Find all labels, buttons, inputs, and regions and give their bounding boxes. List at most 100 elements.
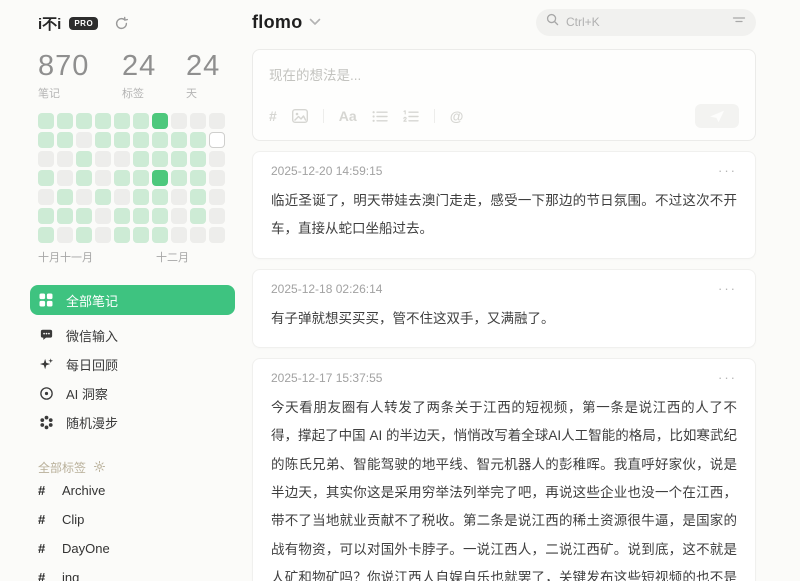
logo-wrap[interactable]: flomo <box>252 12 321 33</box>
heatmap-cell[interactable] <box>171 113 187 129</box>
heatmap-cell[interactable] <box>76 208 92 224</box>
heatmap-cell[interactable] <box>95 208 111 224</box>
filter-icon[interactable] <box>732 13 746 31</box>
heatmap-cell[interactable] <box>76 227 92 243</box>
heatmap-cell[interactable] <box>114 189 130 205</box>
heatmap-cell[interactable] <box>76 113 92 129</box>
heatmap-cell[interactable] <box>209 189 225 205</box>
heatmap-cell[interactable] <box>190 208 206 224</box>
heatmap-cell[interactable] <box>152 227 168 243</box>
heatmap-cell[interactable] <box>133 132 149 148</box>
stat-days-label: 天 <box>186 85 236 101</box>
heatmap-cell[interactable] <box>114 170 130 186</box>
ordered-list-tool-icon[interactable] <box>403 110 419 123</box>
heatmap-cell[interactable] <box>190 170 206 186</box>
bulleted-list-tool-icon[interactable] <box>372 110 388 123</box>
sidebar-item-all-notes[interactable]: 全部笔记 <box>30 285 235 315</box>
heatmap-cell[interactable] <box>76 132 92 148</box>
heatmap-cell[interactable] <box>38 151 54 167</box>
more-options-icon[interactable]: ··· <box>718 374 737 382</box>
search-input[interactable] <box>566 15 725 29</box>
heatmap-cell[interactable] <box>209 227 225 243</box>
heatmap-cell[interactable] <box>152 170 168 186</box>
heatmap-cell[interactable] <box>171 151 187 167</box>
heatmap-cell[interactable] <box>57 132 73 148</box>
heatmap-cell[interactable] <box>133 113 149 129</box>
heatmap-cell[interactable] <box>171 227 187 243</box>
heatmap-cell[interactable] <box>190 113 206 129</box>
heatmap-cell[interactable] <box>152 189 168 205</box>
heatmap-cell[interactable] <box>133 189 149 205</box>
search-bar[interactable] <box>536 9 756 36</box>
tag-label: Archive <box>62 483 105 498</box>
heatmap-cell[interactable] <box>209 113 225 129</box>
send-button[interactable] <box>695 104 739 128</box>
username[interactable]: i不i <box>38 13 61 34</box>
heatmap-cell[interactable] <box>57 208 73 224</box>
image-tool-icon[interactable] <box>292 109 308 123</box>
heatmap-cell[interactable] <box>190 151 206 167</box>
heatmap-cell[interactable] <box>114 113 130 129</box>
heatmap-cell[interactable] <box>95 132 111 148</box>
heatmap-cell[interactable] <box>38 113 54 129</box>
heatmap-cell[interactable] <box>95 170 111 186</box>
heatmap-cell[interactable] <box>171 189 187 205</box>
heatmap-cell[interactable] <box>114 227 130 243</box>
heatmap-cell[interactable] <box>57 151 73 167</box>
heatmap-cell[interactable] <box>190 189 206 205</box>
sidebar-item-wechat-input[interactable]: 微信输入 <box>38 321 252 350</box>
heatmap-cell[interactable] <box>209 208 225 224</box>
heatmap-cell[interactable] <box>190 132 206 148</box>
heatmap-cell[interactable] <box>95 151 111 167</box>
heatmap-cell[interactable] <box>114 151 130 167</box>
heatmap-cell[interactable] <box>57 189 73 205</box>
heatmap-cell[interactable] <box>95 113 111 129</box>
mention-tool-icon[interactable]: @ <box>450 108 464 124</box>
heatmap-cell[interactable] <box>38 170 54 186</box>
more-options-icon[interactable]: ··· <box>718 285 737 293</box>
heatmap-cell[interactable] <box>171 170 187 186</box>
heatmap-cell[interactable] <box>76 151 92 167</box>
heatmap-cell[interactable] <box>209 170 225 186</box>
heatmap-cell[interactable] <box>152 208 168 224</box>
heatmap-cell[interactable] <box>209 151 225 167</box>
heatmap-cell[interactable] <box>171 208 187 224</box>
tag-item-dayone[interactable]: # DayOne <box>38 534 252 563</box>
heatmap-cell[interactable] <box>114 132 130 148</box>
heatmap-cell[interactable] <box>38 227 54 243</box>
tags-settings-icon[interactable] <box>94 461 105 475</box>
heatmap-cell[interactable] <box>152 113 168 129</box>
sidebar-item-ai-insight[interactable]: AI 洞察 <box>38 379 252 408</box>
heatmap-cell[interactable] <box>133 227 149 243</box>
heatmap-cell[interactable] <box>38 132 54 148</box>
tag-item-clip[interactable]: # Clip <box>38 505 252 534</box>
heatmap-cell[interactable] <box>190 227 206 243</box>
heatmap-cell[interactable] <box>38 208 54 224</box>
heatmap-cell[interactable] <box>95 189 111 205</box>
heatmap-cell[interactable] <box>57 113 73 129</box>
heatmap-cell[interactable] <box>76 170 92 186</box>
heatmap-cell[interactable] <box>133 151 149 167</box>
heatmap-cell[interactable] <box>95 227 111 243</box>
tag-item-archive[interactable]: # Archive <box>38 476 252 505</box>
note-input[interactable]: 现在的想法是... <box>269 64 739 84</box>
sidebar-item-daily-review[interactable]: 每日回顾 <box>38 350 252 379</box>
note-composer[interactable]: 现在的想法是... # Aa @ <box>252 49 756 141</box>
heatmap-cell[interactable] <box>133 170 149 186</box>
tag-item-ing[interactable]: # ing <box>38 563 252 581</box>
heatmap-cell[interactable] <box>152 132 168 148</box>
heatmap-cell[interactable] <box>152 151 168 167</box>
heatmap-cell[interactable] <box>171 132 187 148</box>
heatmap-cell[interactable] <box>76 189 92 205</box>
heatmap-cell[interactable] <box>133 208 149 224</box>
sync-refresh-icon[interactable] <box>114 16 129 31</box>
text-format-tool-icon[interactable]: Aa <box>339 108 357 124</box>
heatmap-cell[interactable] <box>57 170 73 186</box>
heatmap-cell[interactable] <box>57 227 73 243</box>
more-options-icon[interactable]: ··· <box>718 167 737 175</box>
heatmap-cell[interactable] <box>114 208 130 224</box>
heatmap-cell[interactable] <box>38 189 54 205</box>
sidebar-item-random-walk[interactable]: 随机漫步 <box>38 408 252 437</box>
hash-tool-icon[interactable]: # <box>269 108 277 124</box>
heatmap-cell[interactable] <box>209 132 225 148</box>
